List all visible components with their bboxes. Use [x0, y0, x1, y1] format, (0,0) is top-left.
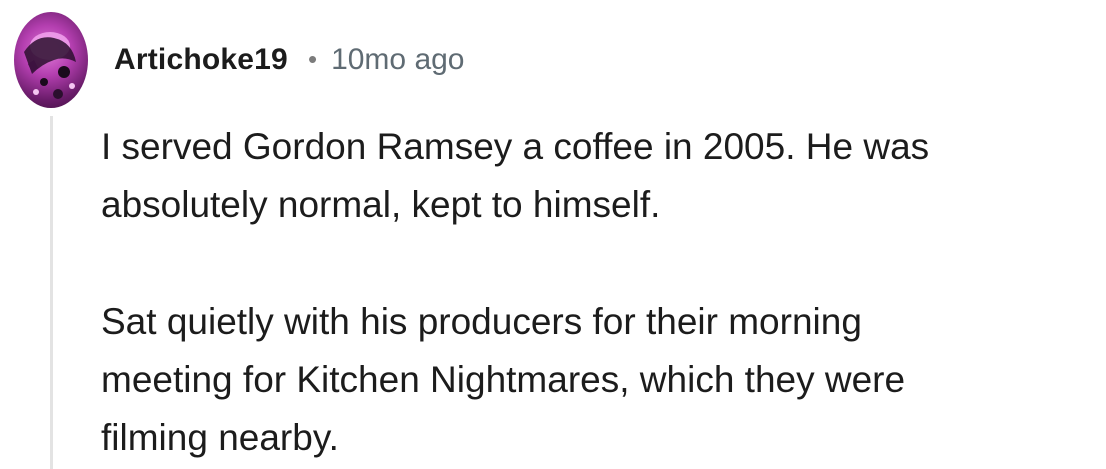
thread-line[interactable] — [50, 116, 53, 469]
text-line: filming nearby. — [101, 417, 339, 458]
text-line: absolutely normal, kept to himself. — [101, 184, 661, 225]
text-line: Sat quietly with his producers for their… — [101, 301, 862, 342]
comment-paragraph: I served Gordon Ramsey a coffee in 2005.… — [101, 118, 1091, 234]
meta-separator: • — [307, 43, 318, 74]
comment-paragraph: Sat quietly with his producers for their… — [101, 293, 1091, 467]
username-link[interactable]: Artichoke19 — [114, 43, 288, 77]
comment-body: I served Gordon Ramsey a coffee in 2005.… — [101, 118, 1091, 467]
avatar-image — [24, 32, 76, 99]
comment-meta: Artichoke19 • 10mo ago — [114, 40, 465, 80]
text-line: meeting for Kitchen Nightmares, which th… — [101, 359, 906, 400]
text-line: I served Gordon Ramsey a coffee in 2005.… — [101, 126, 930, 167]
user-avatar[interactable] — [14, 12, 88, 108]
comment: Artichoke19 • 10mo ago I served Gordon R… — [0, 0, 1106, 469]
timestamp[interactable]: 10mo ago — [331, 43, 464, 77]
